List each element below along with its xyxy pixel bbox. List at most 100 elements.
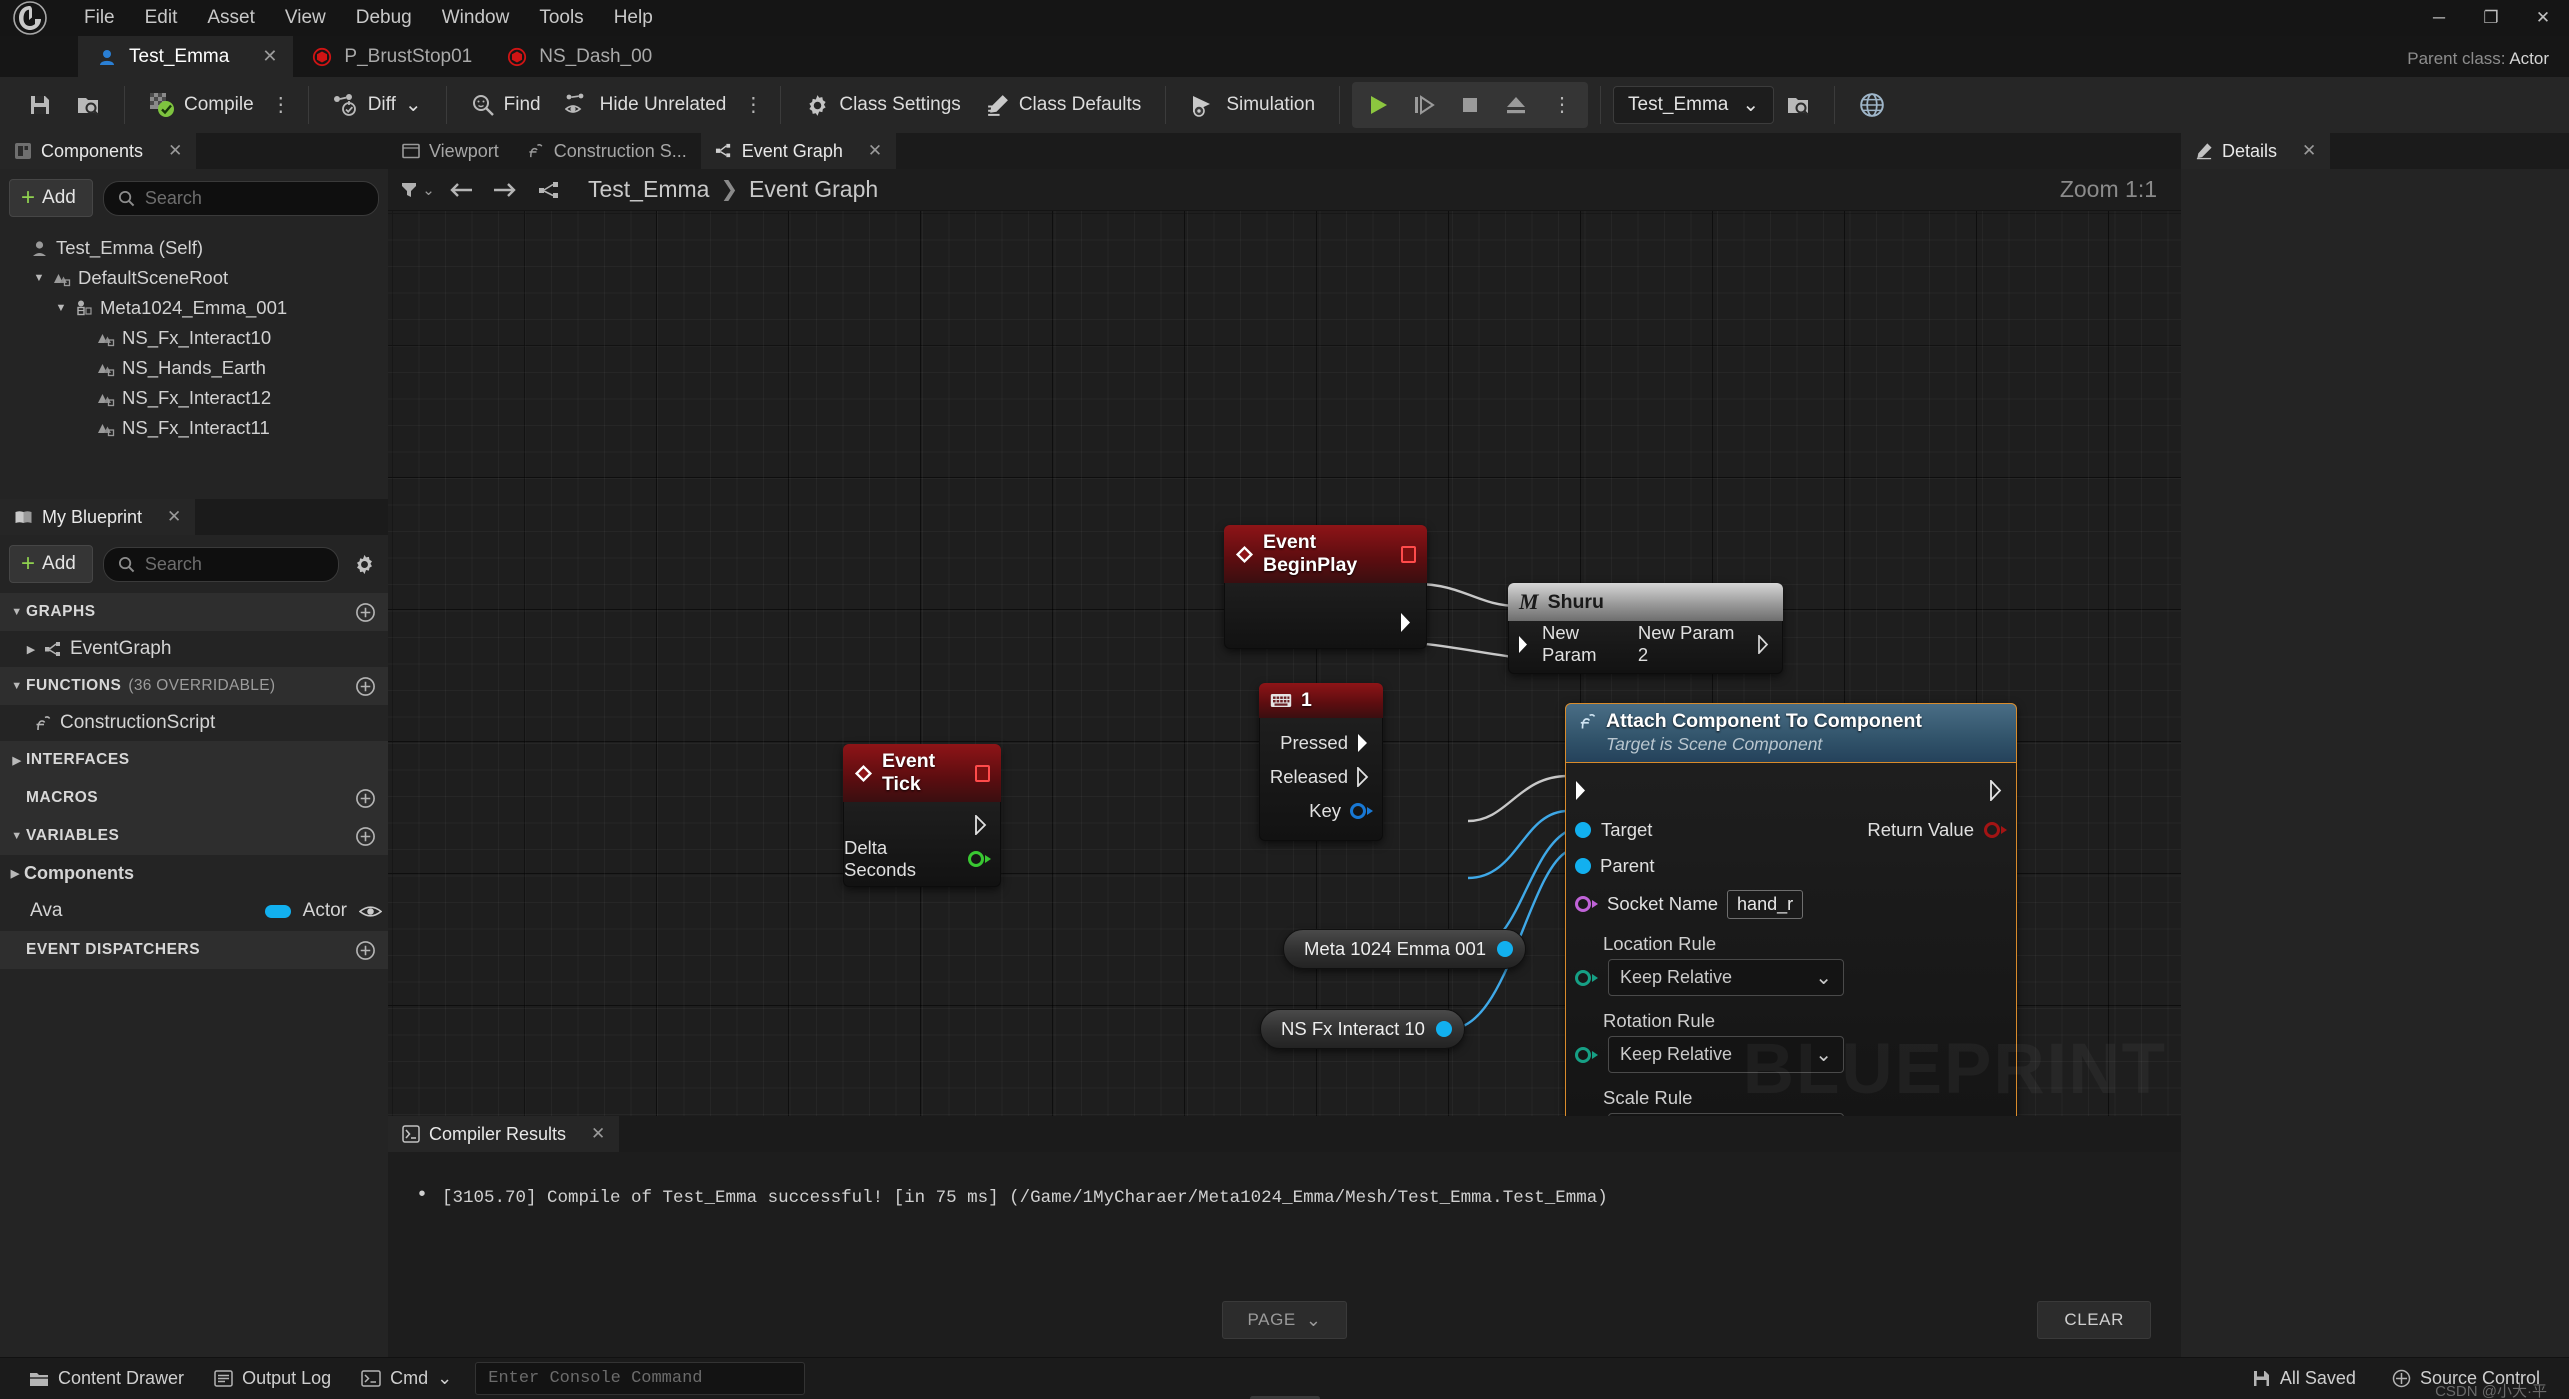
- exec-out-pin-icon[interactable]: [1990, 779, 2007, 801]
- browse-level-button[interactable]: [1774, 86, 1822, 124]
- my-blueprint-settings-button[interactable]: [349, 553, 379, 576]
- node-key-1[interactable]: 1 Pressed Released Key: [1259, 683, 1383, 841]
- menu-file[interactable]: File: [70, 2, 129, 34]
- save-button[interactable]: [16, 86, 64, 124]
- class-defaults-button[interactable]: Class Defaults: [973, 86, 1154, 125]
- graph-canvas[interactable]: Event BeginPlay M Shuru New Param New Pa…: [388, 211, 2181, 1116]
- stop-breakpoint-icon[interactable]: [1401, 545, 1416, 563]
- close-icon[interactable]: ✕: [2302, 141, 2316, 161]
- stop-button[interactable]: [1448, 85, 1492, 125]
- hide-unrelated-button[interactable]: Hide Unrelated: [553, 86, 739, 124]
- play-mode-combo[interactable]: Test_Emma ⌄: [1613, 86, 1775, 124]
- object-pin-icon[interactable]: [1497, 941, 1514, 957]
- add-component-button[interactable]: + Add: [9, 179, 93, 217]
- tab-test-emma[interactable]: Test_Emma ✕: [78, 36, 294, 77]
- all-saved-button[interactable]: All Saved: [2239, 1362, 2369, 1395]
- menu-window[interactable]: Window: [428, 2, 524, 34]
- enum-pin-icon[interactable]: [1575, 969, 1598, 986]
- pin-delta-seconds[interactable]: Delta Seconds: [844, 837, 1000, 880]
- add-variable-button[interactable]: [355, 826, 376, 847]
- hide-unrelated-options-button[interactable]: ⋮: [738, 93, 768, 118]
- tab-components[interactable]: Components ✕: [0, 133, 197, 169]
- tab-ns-dash-00[interactable]: NS_Dash_00: [488, 36, 668, 77]
- twisty-icon[interactable]: ▶: [22, 643, 40, 656]
- tab-my-blueprint[interactable]: My Blueprint ✕: [0, 499, 196, 535]
- close-icon[interactable]: ✕: [262, 46, 277, 67]
- section-interfaces[interactable]: ▶ INTERFACES: [0, 741, 388, 779]
- breadcrumb-item-blueprint[interactable]: Test_Emma: [588, 176, 709, 203]
- components-search-input[interactable]: Search: [102, 180, 379, 216]
- item-components-category[interactable]: ▶ Components: [0, 855, 388, 891]
- twisty-icon[interactable]: ▼: [30, 272, 48, 284]
- pin-key[interactable]: Key: [1260, 794, 1382, 828]
- my-blueprint-search-input[interactable]: Search: [102, 546, 339, 582]
- tab-compiler-results[interactable]: Compiler Results ✕: [388, 1116, 620, 1152]
- content-drawer-button[interactable]: Content Drawer: [16, 1362, 197, 1395]
- step-button[interactable]: [1402, 85, 1446, 125]
- minimize-button[interactable]: ─: [2413, 0, 2465, 36]
- graph-forward-button[interactable]: [486, 174, 524, 206]
- pin-socket-name[interactable]: Socket Name hand_r: [1566, 887, 2016, 921]
- play-button[interactable]: [1356, 85, 1400, 125]
- unreal-engine-logo-icon[interactable]: [0, 0, 60, 36]
- section-macros[interactable]: MACROS: [0, 779, 388, 817]
- node-event-tick[interactable]: Event Tick Delta Seconds: [843, 744, 1001, 887]
- find-button[interactable]: Find: [459, 86, 553, 124]
- browse-button[interactable]: [64, 86, 112, 124]
- enum-pin-icon[interactable]: [1575, 1046, 1598, 1063]
- section-variables[interactable]: ▼ VARIABLES: [0, 817, 388, 855]
- variable-row-ava[interactable]: Ava Actor: [0, 891, 388, 931]
- scale-rule-dropdown[interactable]: Keep Relative ⌄: [1608, 1113, 1844, 1116]
- pin-return-value[interactable]: Return Value: [1867, 819, 2007, 841]
- close-icon[interactable]: ✕: [868, 141, 882, 161]
- twisty-icon[interactable]: ▼: [8, 606, 26, 618]
- stop-breakpoint-icon[interactable]: [974, 764, 990, 782]
- cmd-selector-button[interactable]: Cmd ⌄: [348, 1362, 465, 1395]
- compiler-results-body[interactable]: • [3105.70] Compile of Test_Emma success…: [388, 1152, 2181, 1357]
- twisty-icon[interactable]: ▶: [8, 754, 26, 767]
- section-functions[interactable]: ▼ FUNCTIONS (36 OVERRIDABLE): [0, 667, 388, 705]
- platforms-button[interactable]: [1847, 85, 1897, 125]
- tab-event-graph[interactable]: Event Graph ✕: [700, 133, 897, 169]
- menu-asset[interactable]: Asset: [193, 2, 269, 34]
- clear-button[interactable]: CLEAR: [2037, 1301, 2151, 1339]
- exec-in-pin-icon[interactable]: [1575, 780, 1592, 801]
- parent-class-value[interactable]: Actor: [2509, 49, 2549, 68]
- tab-details[interactable]: Details ✕: [2181, 133, 2331, 169]
- item-eventgraph[interactable]: ▶ EventGraph: [0, 631, 388, 667]
- twisty-icon[interactable]: ▼: [8, 830, 26, 842]
- pin-new-param-2[interactable]: New Param 2: [1638, 622, 1773, 666]
- node-shuru[interactable]: M Shuru New Param New Param 2: [1508, 583, 1783, 674]
- page-button[interactable]: PAGE ⌄: [1222, 1301, 1347, 1339]
- section-graphs[interactable]: ▼ GRAPHS: [0, 593, 388, 631]
- add-macro-button[interactable]: [355, 788, 376, 809]
- close-icon[interactable]: ✕: [168, 141, 182, 161]
- menu-view[interactable]: View: [271, 2, 340, 34]
- menu-edit[interactable]: Edit: [131, 2, 192, 34]
- pin-new-param[interactable]: New Param: [1518, 622, 1638, 666]
- twisty-icon[interactable]: ▼: [8, 680, 26, 692]
- diff-button[interactable]: Diff ⌄: [321, 86, 434, 124]
- add-blueprint-item-button[interactable]: + Add: [9, 545, 93, 583]
- pin-exec-out[interactable]: [1225, 605, 1426, 639]
- pin-target[interactable]: Target: [1575, 819, 1652, 841]
- pin-parent[interactable]: Parent: [1566, 849, 2016, 883]
- menu-debug[interactable]: Debug: [342, 2, 426, 34]
- class-settings-button[interactable]: Class Settings: [793, 86, 972, 125]
- add-function-button[interactable]: [355, 676, 376, 697]
- node-event-beginplay[interactable]: Event BeginPlay: [1224, 525, 1427, 649]
- output-log-button[interactable]: Output Log: [201, 1362, 344, 1395]
- pin-released[interactable]: Released: [1260, 760, 1382, 794]
- tree-item-defaultsceneroot[interactable]: ▼ DefaultSceneRoot: [0, 263, 388, 293]
- console-command-input[interactable]: Enter Console Command: [475, 1362, 806, 1395]
- tab-construction-script[interactable]: Construction S...: [513, 133, 701, 169]
- simulation-button[interactable]: Simulation: [1178, 86, 1327, 124]
- breadcrumb-item-graph[interactable]: Event Graph: [749, 176, 878, 203]
- tree-item-ns-fx-interact10[interactable]: NS_Fx_Interact10: [0, 323, 388, 353]
- close-icon[interactable]: ✕: [591, 1124, 605, 1144]
- socket-name-input[interactable]: hand_r: [1727, 889, 1804, 919]
- node-var-meta-1024-emma-001[interactable]: Meta 1024 Emma 001: [1283, 929, 1527, 969]
- play-options-button[interactable]: ⋮: [1540, 85, 1584, 125]
- add-event-dispatcher-button[interactable]: [355, 940, 376, 961]
- item-constructionscript[interactable]: ConstructionScript: [0, 705, 388, 741]
